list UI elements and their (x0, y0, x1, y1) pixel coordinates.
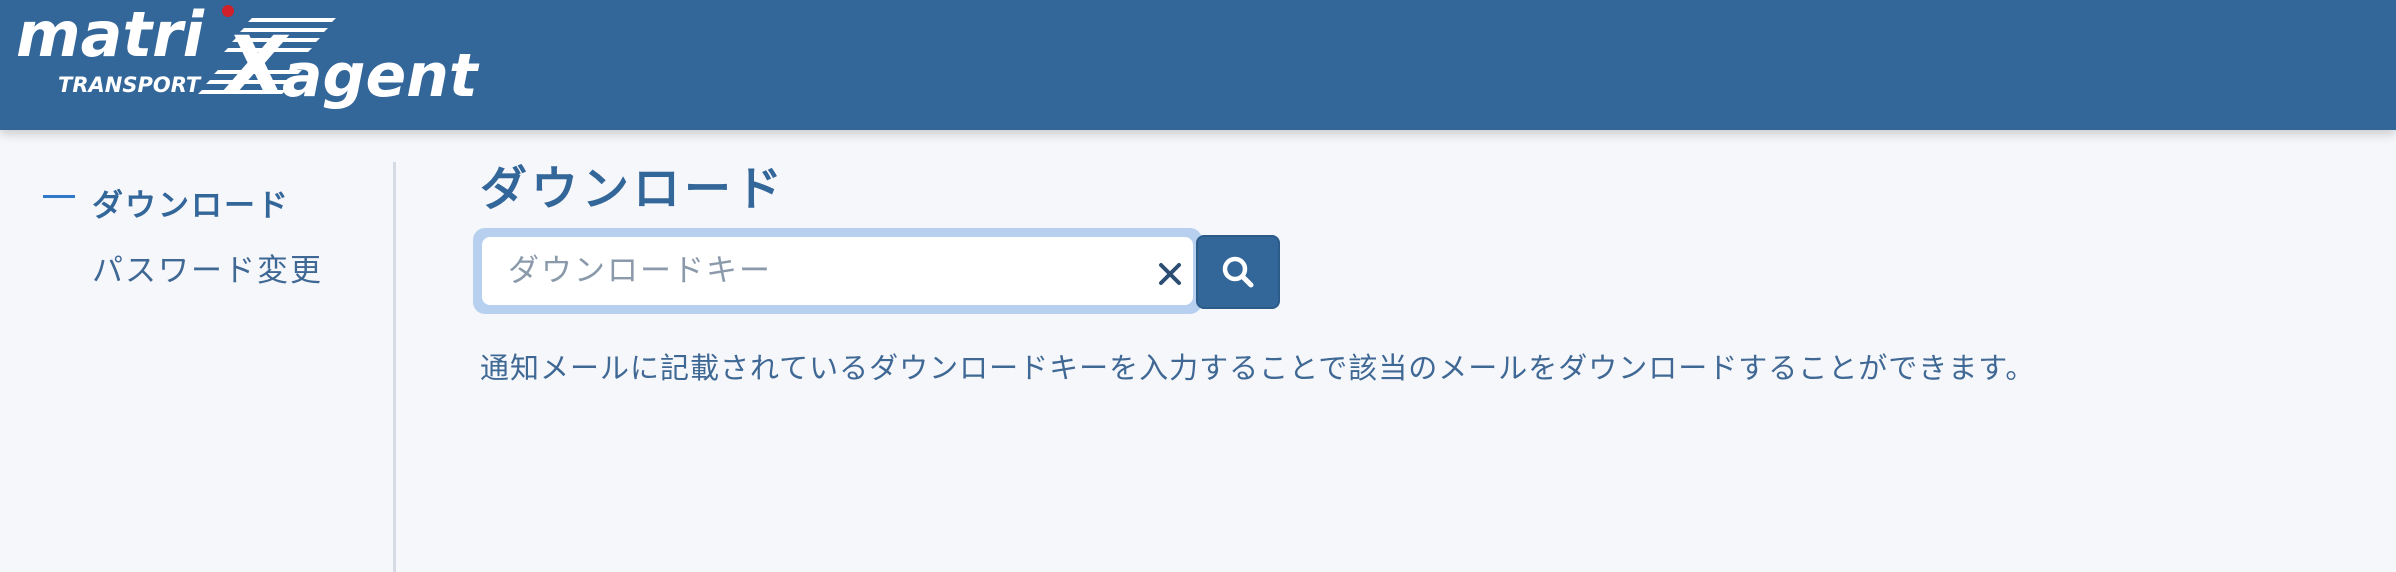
logo-matri-text: matri (16, 0, 205, 71)
logo-x-text: X (222, 21, 290, 111)
search-field-focus-ring (473, 228, 1202, 314)
clear-button[interactable] (1148, 252, 1192, 296)
sidebar-divider (393, 162, 396, 572)
sidebar-item-download[interactable]: ダウンロード (92, 180, 290, 225)
matrixagent-logo[interactable]: matri X agent TRANSPORT (14, 0, 534, 120)
active-nav-marker (43, 195, 75, 198)
logo-accent-dot (222, 5, 234, 17)
page-title: ダウンロード (480, 162, 786, 217)
search-button[interactable] (1196, 235, 1280, 309)
sidebar-item-change-password[interactable]: パスワード変更 (92, 245, 323, 290)
logo-transport-text: TRANSPORT (58, 73, 202, 97)
app-header: matri X agent TRANSPORT (0, 0, 2396, 130)
download-instructions: 通知メールに記載されているダウンロードキーを入力することで該当のメールをダウンロ… (480, 351, 2036, 385)
close-icon (1159, 263, 1181, 285)
download-key-input[interactable] (482, 237, 1193, 305)
search-icon (1222, 256, 1254, 288)
logo-agent-text: agent (282, 41, 480, 111)
